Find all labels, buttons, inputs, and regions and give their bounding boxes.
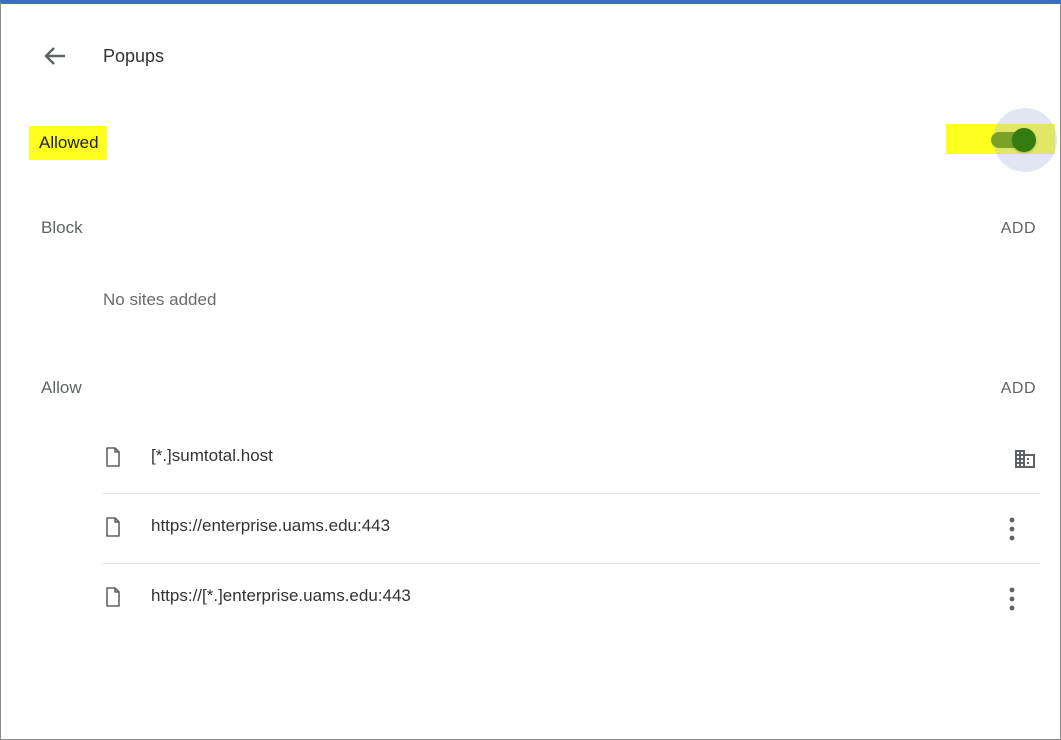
file-icon <box>106 517 120 537</box>
site-url: https://[*.]enterprise.uams.edu:443 <box>151 586 411 605</box>
block-section-title: Block <box>41 218 83 237</box>
site-url: [*.]sumtotal.host <box>151 446 273 465</box>
more-vert-icon[interactable] <box>1006 514 1018 544</box>
arrow-back-icon <box>44 47 65 65</box>
allowed-toggle-knob[interactable] <box>1012 128 1036 152</box>
allowed-toggle-label: Allowed <box>29 126 107 160</box>
file-icon <box>106 447 120 467</box>
block-add-button[interactable]: ADD <box>1001 220 1036 238</box>
page-title: Popups <box>103 46 165 66</box>
site-list-item: https://enterprise.uams.edu:443 <box>103 494 1040 564</box>
enterprise-policy-icon <box>1015 450 1035 468</box>
back-button[interactable] <box>37 38 73 74</box>
site-list-item: [*.]sumtotal.host <box>103 424 1040 494</box>
site-list-item: https://[*.]enterprise.uams.edu:443 <box>103 564 1040 634</box>
settings-page: Popups Allowed Block ADD No sites added … <box>0 0 1061 740</box>
file-icon <box>106 587 120 607</box>
allow-section-title: Allow <box>41 378 82 397</box>
more-vert-icon[interactable] <box>1006 584 1018 614</box>
site-url: https://enterprise.uams.edu:443 <box>151 516 391 535</box>
block-empty-text: No sites added <box>103 290 217 309</box>
allow-add-button[interactable]: ADD <box>1001 380 1036 398</box>
